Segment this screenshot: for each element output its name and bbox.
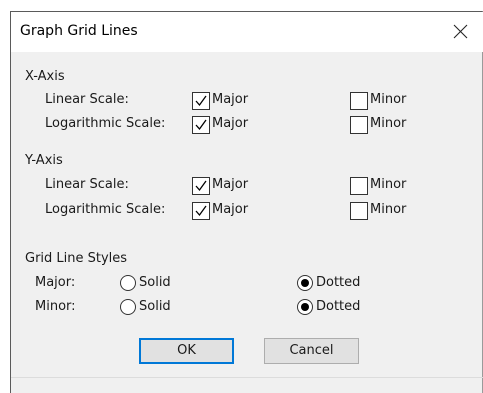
- radio-selected-dot: [301, 303, 309, 311]
- close-icon: [453, 24, 468, 39]
- major-style-label: Major:: [35, 275, 76, 290]
- major-solid-radio[interactable]: [120, 275, 136, 291]
- y-log-minor-checkbox[interactable]: [350, 202, 368, 220]
- minor-style-label: Minor:: [35, 299, 76, 314]
- grid-line-styles-heading: Grid Line Styles: [25, 251, 128, 266]
- minor-solid-label[interactable]: Solid: [139, 299, 171, 314]
- title-bar: Graph Grid Lines: [11, 12, 483, 52]
- x-log-scale-label: Logarithmic Scale:: [45, 116, 166, 131]
- x-axis-heading: X-Axis: [25, 69, 65, 84]
- minor-dotted-label[interactable]: Dotted: [316, 299, 360, 314]
- x-log-major-checkbox[interactable]: [192, 116, 210, 134]
- bottom-divider: [11, 377, 483, 378]
- x-linear-major-label[interactable]: Major: [212, 92, 248, 107]
- x-linear-minor-checkbox[interactable]: [350, 92, 368, 110]
- checkmark-icon: [195, 95, 207, 107]
- minor-solid-radio[interactable]: [120, 299, 136, 315]
- y-axis-heading: Y-Axis: [25, 153, 63, 168]
- graph-grid-lines-dialog: Graph Grid Lines X-Axis Linear Scale: Ma…: [10, 11, 483, 393]
- y-linear-minor-label[interactable]: Minor: [370, 177, 406, 192]
- x-linear-major-checkbox[interactable]: [192, 92, 210, 110]
- close-button[interactable]: [439, 12, 483, 52]
- checkmark-icon: [195, 205, 207, 217]
- ok-button[interactable]: OK: [139, 338, 234, 364]
- y-linear-minor-checkbox[interactable]: [350, 177, 368, 195]
- x-log-minor-label[interactable]: Minor: [370, 116, 406, 131]
- checkmark-icon: [195, 119, 207, 131]
- major-dotted-radio[interactable]: [297, 275, 313, 291]
- major-solid-label[interactable]: Solid: [139, 275, 171, 290]
- x-linear-minor-label[interactable]: Minor: [370, 92, 406, 107]
- x-log-major-label[interactable]: Major: [212, 116, 248, 131]
- y-linear-scale-label: Linear Scale:: [45, 177, 129, 192]
- cancel-button[interactable]: Cancel: [264, 338, 359, 364]
- y-linear-major-checkbox[interactable]: [192, 177, 210, 195]
- y-log-major-checkbox[interactable]: [192, 202, 210, 220]
- checkmark-icon: [195, 180, 207, 192]
- y-linear-major-label[interactable]: Major: [212, 177, 248, 192]
- x-linear-scale-label: Linear Scale:: [45, 92, 129, 107]
- major-dotted-label[interactable]: Dotted: [316, 275, 360, 290]
- y-log-minor-label[interactable]: Minor: [370, 202, 406, 217]
- radio-selected-dot: [301, 279, 309, 287]
- y-log-major-label[interactable]: Major: [212, 202, 248, 217]
- minor-dotted-radio[interactable]: [297, 299, 313, 315]
- y-log-scale-label: Logarithmic Scale:: [45, 202, 166, 217]
- x-log-minor-checkbox[interactable]: [350, 116, 368, 134]
- dialog-title: Graph Grid Lines: [20, 23, 138, 39]
